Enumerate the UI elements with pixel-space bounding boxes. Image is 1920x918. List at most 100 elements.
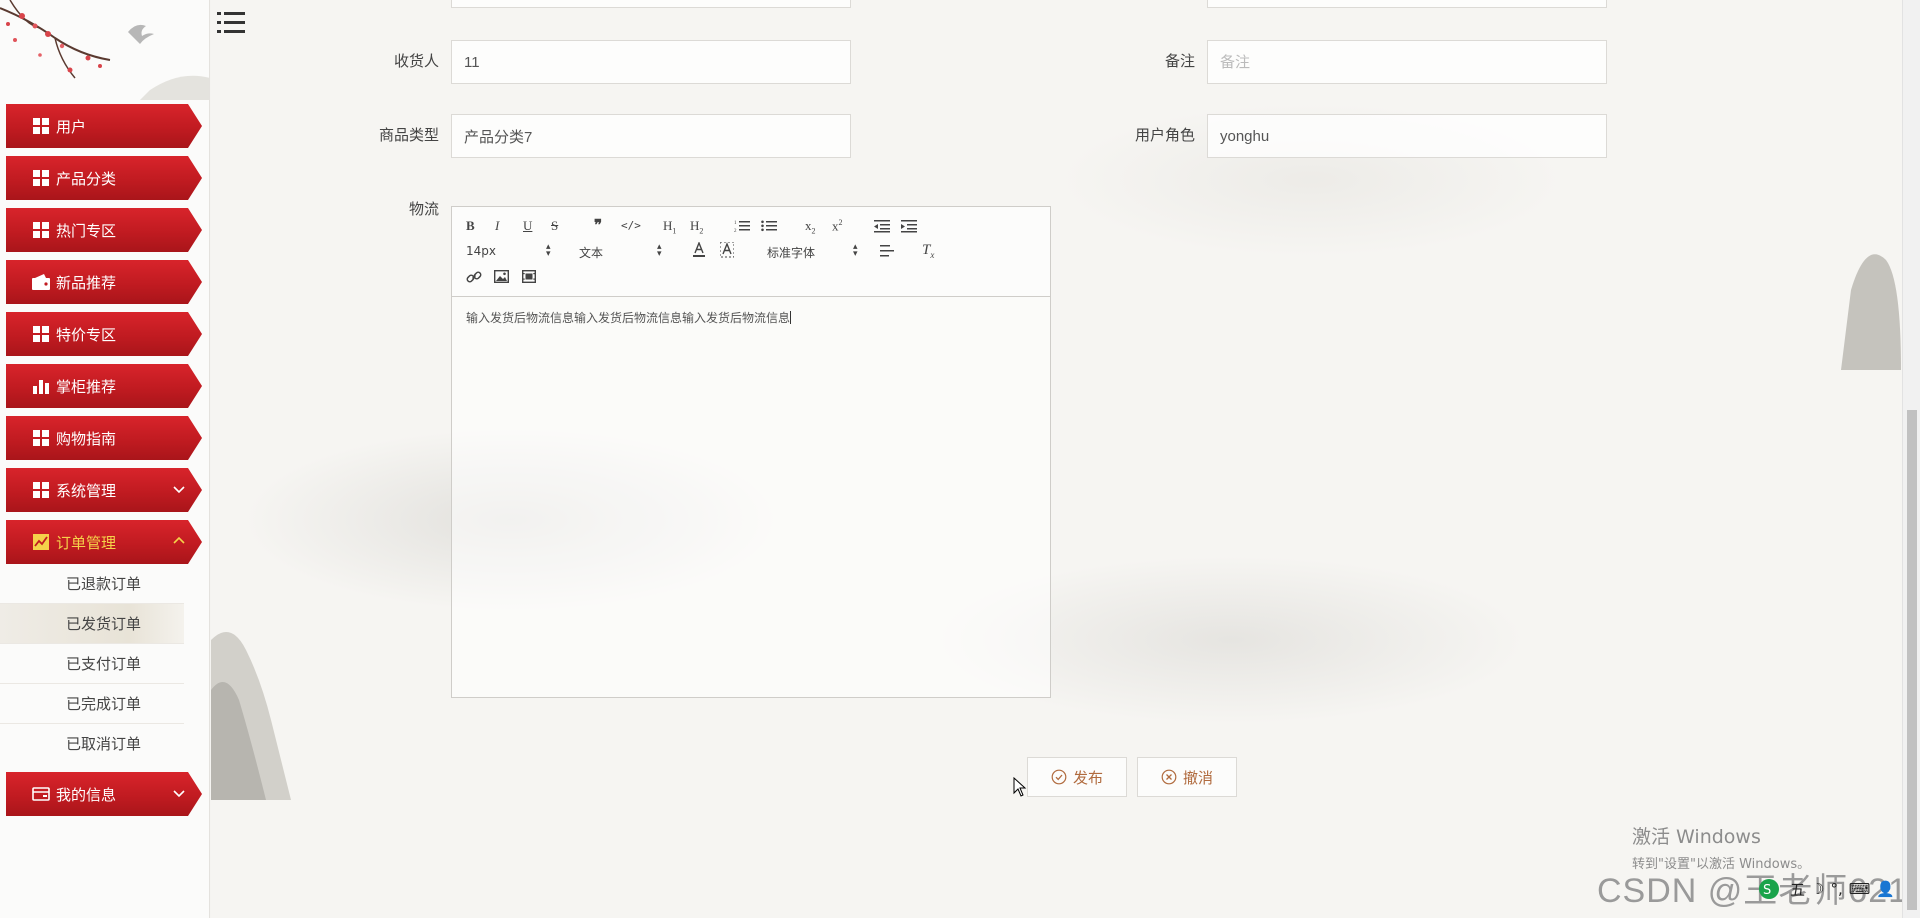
font-family-value: 标准字体 <box>767 246 816 260</box>
svg-text:S: S <box>1763 883 1771 898</box>
select-arrows-icon: ▴ ▾ <box>853 242 858 259</box>
superscript-icon[interactable]: x2 <box>832 218 843 234</box>
order-submenu: 已退款订单 已发货订单 已支付订单 已完成订单 已取消订单 <box>0 564 209 764</box>
menu-toggle-icon[interactable] <box>217 10 247 36</box>
cancel-label: 撤消 <box>1182 768 1213 787</box>
font-size-select[interactable]: 14px ▴ ▾ <box>466 243 556 259</box>
tray-punct-icon[interactable]: °, <box>1830 880 1842 898</box>
italic-icon[interactable]: I <box>495 218 499 234</box>
plum-blossom-art <box>0 0 209 100</box>
link-icon[interactable] <box>466 269 482 285</box>
submenu-item-paid-orders[interactable]: 已支付订单 <box>0 644 184 684</box>
top-field-input[interactable] <box>451 0 851 8</box>
grid-icon <box>32 325 50 343</box>
logistics-label: 物流 <box>408 200 439 218</box>
sidebar-item-new-products[interactable]: 新品推荐 <box>6 260 202 304</box>
sidebar-item-shopkeeper-picks[interactable]: 掌柜推荐 <box>6 364 202 408</box>
font-family-select[interactable]: 标准字体 ▴ ▾ <box>767 242 863 261</box>
receiver-input[interactable] <box>451 40 851 84</box>
bold-icon[interactable]: B <box>466 218 475 234</box>
font-color-icon[interactable] <box>692 242 706 258</box>
tray-user-icon[interactable]: 👤 <box>1876 880 1895 898</box>
video-icon[interactable] <box>522 270 536 283</box>
product-type-label: 商品类型 <box>378 126 439 144</box>
publish-button[interactable]: 发布 <box>1027 757 1127 797</box>
sidebar-item-order-management[interactable]: 订单管理 <box>6 520 202 564</box>
sidebar-item-hot-zone[interactable]: 热门专区 <box>6 208 202 252</box>
clear-format-icon[interactable]: Tx <box>922 242 934 260</box>
wallet-icon <box>32 273 50 291</box>
chevron-down-icon <box>173 790 185 798</box>
trend-chart-icon <box>32 533 50 551</box>
sidebar-item-label: 产品分类 <box>56 169 117 188</box>
sidebar-item-users[interactable]: 用户 <box>6 104 202 148</box>
submenu-item-refunded-orders[interactable]: 已退款订单 <box>0 564 184 604</box>
subscript-icon[interactable]: x2 <box>805 218 816 236</box>
cancel-button[interactable]: 撤消 <box>1137 757 1237 797</box>
heading-1-icon[interactable]: H1 <box>663 218 676 236</box>
ordered-list-icon[interactable]: 12 <box>734 219 750 233</box>
system-tray: S 五 ☽ °, ⌨ 👤 ⠿ <box>1758 876 1920 902</box>
submenu-item-cancelled-orders[interactable]: 已取消订单 <box>0 724 184 764</box>
code-block-icon[interactable]: </> <box>621 219 641 232</box>
editor-content[interactable]: 输入发货后物流信息输入发货后物流信息输入发货后物流信息 <box>452 297 1050 338</box>
select-arrows-icon: ▴ ▾ <box>657 242 662 259</box>
format-value: 文本 <box>579 246 604 260</box>
grid-icon <box>32 221 50 239</box>
align-icon[interactable] <box>880 244 896 258</box>
editor-toolbar: B I U S ❞ </> H1 H2 12 x2 x2 14px ▴ ▾ 文本 … <box>452 207 1050 297</box>
background-color-icon[interactable] <box>720 242 734 258</box>
submenu-item-completed-orders[interactable]: 已完成订单 <box>0 684 184 724</box>
sidebar-item-label: 订单管理 <box>56 533 117 552</box>
publish-label: 发布 <box>1072 768 1103 787</box>
sidebar-item-label: 掌柜推荐 <box>56 377 117 396</box>
heading-2-icon[interactable]: H2 <box>690 218 703 236</box>
underline-icon[interactable]: U <box>523 218 532 234</box>
tray-moon-icon[interactable]: ☽ <box>1811 880 1824 898</box>
bar-chart-icon <box>32 377 50 395</box>
user-role-input[interactable] <box>1207 114 1607 158</box>
sidebar-item-label: 新品推荐 <box>56 273 117 292</box>
check-circle-icon <box>1051 769 1067 785</box>
submenu-item-shipped-orders[interactable]: 已发货订单 <box>0 604 184 644</box>
tray-ime-icon[interactable]: 五 <box>1790 879 1805 900</box>
bullet-list-icon[interactable] <box>761 219 777 233</box>
sidebar-item-label: 热门专区 <box>56 221 117 240</box>
user-role-label: 用户角色 <box>1134 126 1195 144</box>
top-field-input[interactable] <box>1207 0 1607 8</box>
close-circle-icon <box>1161 769 1177 785</box>
svg-text:1: 1 <box>734 221 737 226</box>
remark-input[interactable] <box>1207 40 1607 84</box>
sidebar-item-label: 我的信息 <box>56 785 117 804</box>
format-select[interactable]: 文本 ▴ ▾ <box>579 242 667 261</box>
card-icon <box>32 785 50 803</box>
logistics-editor: B I U S ❞ </> H1 H2 12 x2 x2 14px ▴ ▾ 文本 … <box>451 206 1051 698</box>
chevron-up-icon <box>173 536 185 544</box>
ink-mountain-art <box>1841 254 1901 370</box>
grid-icon <box>32 169 50 187</box>
sidebar-item-label: 用户 <box>56 117 87 136</box>
tray-keyboard-icon[interactable]: ⌨ <box>1849 880 1871 898</box>
sidebar-item-my-info[interactable]: 我的信息 <box>6 772 202 816</box>
sidebar-item-label: 特价专区 <box>56 325 117 344</box>
sidebar-item-product-category[interactable]: 产品分类 <box>6 156 202 200</box>
remark-label: 备注 <box>1164 52 1195 70</box>
activation-title: 激活 Windows <box>1632 826 1761 848</box>
sidebar-item-special-offers[interactable]: 特价专区 <box>6 312 202 356</box>
page-scrollbar[interactable] <box>1902 0 1920 918</box>
image-icon[interactable] <box>494 270 509 283</box>
indent-icon[interactable] <box>901 219 917 233</box>
ink-mountain-art <box>211 632 291 800</box>
product-type-input[interactable] <box>451 114 851 158</box>
sidebar-item-system-management[interactable]: 系统管理 <box>6 468 202 512</box>
mouse-cursor-icon <box>1013 777 1027 797</box>
strikethrough-icon[interactable]: S <box>551 218 558 234</box>
font-size-value: 14px <box>466 244 496 258</box>
outdent-icon[interactable] <box>874 219 890 233</box>
blockquote-icon[interactable]: ❞ <box>594 216 602 235</box>
main-content: 收货人 备注 商品类型 用户角色 物流 B I U S ❞ </> H1 H2 … <box>211 0 1902 918</box>
grid-icon <box>32 481 50 499</box>
sidebar-item-shopping-guide[interactable]: 购物指南 <box>6 416 202 460</box>
scrollbar-thumb[interactable] <box>1907 410 1917 910</box>
input-method-icon[interactable]: S <box>1758 878 1784 900</box>
